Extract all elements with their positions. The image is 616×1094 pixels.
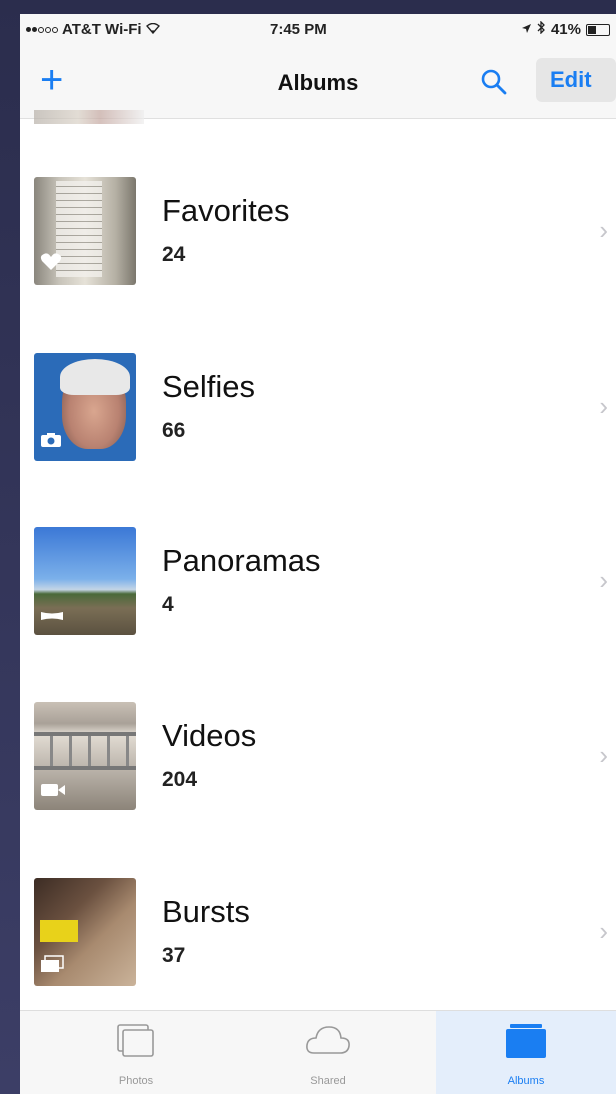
- tab-label: Shared: [310, 1075, 346, 1087]
- album-thumbnail: [34, 177, 136, 285]
- bluetooth-icon: [537, 20, 546, 38]
- tab-shared[interactable]: Shared: [248, 1011, 408, 1094]
- battery-percentage: 41%: [550, 21, 581, 38]
- albums-icon: [504, 1023, 548, 1064]
- carrier-label: AT&T Wi-Fi: [62, 21, 142, 38]
- album-name: Videos: [162, 718, 257, 753]
- panorama-icon: [40, 609, 64, 627]
- cloud-icon: [304, 1023, 352, 1062]
- albums-screen: AT&T Wi-Fi 7:45 PM 41% + Albums Edit Fav…: [20, 14, 616, 1094]
- battery-icon: [586, 23, 610, 36]
- album-name: Selfies: [162, 369, 256, 404]
- partial-album-thumbnail: [34, 110, 144, 124]
- album-count: 66: [162, 419, 186, 442]
- chevron-right-icon: ›: [599, 215, 608, 245]
- status-right: 41%: [521, 20, 610, 38]
- tab-label: Photos: [118, 1075, 154, 1087]
- chevron-right-icon: ›: [599, 391, 608, 421]
- edit-button[interactable]: Edit: [536, 58, 616, 102]
- album-thumbnail: [34, 527, 136, 635]
- tab-label: Albums: [507, 1075, 545, 1087]
- signal-strength-icon: [26, 26, 58, 33]
- album-row-bursts[interactable]: Bursts 37 ›: [20, 878, 616, 988]
- search-icon[interactable]: [480, 68, 510, 98]
- album-name: Bursts: [162, 894, 250, 929]
- album-row-panoramas[interactable]: Panoramas 4 ›: [20, 527, 616, 637]
- album-count: 4: [162, 593, 174, 616]
- status-bar: AT&T Wi-Fi 7:45 PM 41%: [20, 14, 616, 48]
- chevron-right-icon: ›: [599, 916, 608, 946]
- status-left: AT&T Wi-Fi: [26, 21, 160, 38]
- heart-icon: [40, 252, 62, 277]
- photos-icon: [116, 1023, 156, 1064]
- album-count: 37: [162, 944, 186, 967]
- navigation-bar: + Albums Edit: [20, 48, 616, 119]
- burst-icon: [40, 955, 64, 978]
- album-name: Favorites: [162, 193, 290, 228]
- chevron-right-icon: ›: [599, 740, 608, 770]
- album-thumbnail: [34, 878, 136, 986]
- chevron-right-icon: ›: [599, 565, 608, 595]
- album-thumbnail: [34, 353, 136, 461]
- tab-photos[interactable]: Photos: [56, 1011, 216, 1094]
- album-name: Panoramas: [162, 543, 321, 578]
- camera-icon: [40, 432, 62, 453]
- album-count: 204: [162, 768, 198, 791]
- album-row-videos[interactable]: Videos 204 ›: [20, 702, 616, 812]
- album-count: 24: [162, 243, 186, 266]
- wifi-icon: [145, 21, 160, 38]
- album-row-selfies[interactable]: Selfies 66 ›: [20, 353, 616, 463]
- location-arrow-icon: [521, 21, 532, 38]
- status-time: 7:45 PM: [270, 21, 327, 38]
- page-title: Albums: [277, 70, 359, 95]
- album-row-favorites[interactable]: Favorites 24 ›: [20, 177, 616, 287]
- tab-bar: Photos Shared Albums: [20, 1010, 616, 1094]
- album-thumbnail: [34, 702, 136, 810]
- video-camera-icon: [40, 783, 66, 802]
- tab-albums[interactable]: Albums: [436, 1011, 616, 1094]
